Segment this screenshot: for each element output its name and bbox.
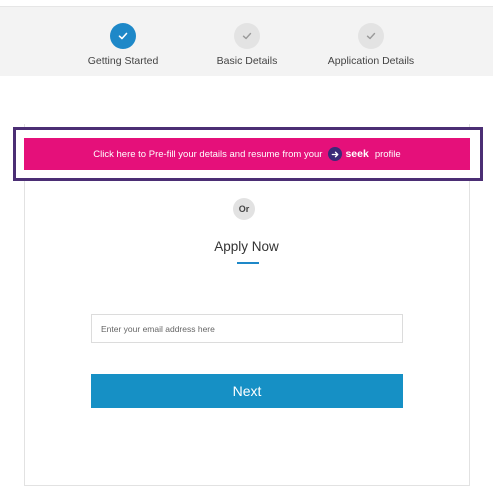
step-label: Basic Details bbox=[216, 55, 278, 67]
seek-logo-text: seek bbox=[345, 148, 369, 160]
seek-logo: seek bbox=[328, 147, 369, 161]
arrow-right-icon bbox=[328, 147, 343, 161]
prefill-text: Click here to Pre-fill your details and … bbox=[93, 148, 323, 160]
or-divider: Or bbox=[233, 198, 255, 220]
step-label: Getting Started bbox=[87, 55, 159, 67]
page-title: Apply Now bbox=[214, 239, 279, 254]
check-icon bbox=[358, 23, 384, 49]
prefill-text-suffix: profile bbox=[374, 148, 401, 160]
title-underline bbox=[237, 262, 259, 264]
application-page: Getting Started Basic Details Applicatio… bbox=[0, 0, 493, 496]
check-icon bbox=[234, 23, 260, 49]
step-label: Application Details bbox=[327, 55, 415, 67]
step-getting-started[interactable]: Getting Started bbox=[53, 23, 193, 67]
seek-prefill-button[interactable]: Click here to Pre-fill your details and … bbox=[24, 138, 470, 170]
check-icon bbox=[110, 23, 136, 49]
next-button[interactable]: Next bbox=[91, 374, 403, 408]
step-application-details[interactable]: Application Details bbox=[301, 23, 441, 67]
progress-stepper: Getting Started Basic Details Applicatio… bbox=[0, 6, 493, 76]
step-basic-details[interactable]: Basic Details bbox=[177, 23, 317, 67]
email-field[interactable] bbox=[91, 314, 403, 343]
